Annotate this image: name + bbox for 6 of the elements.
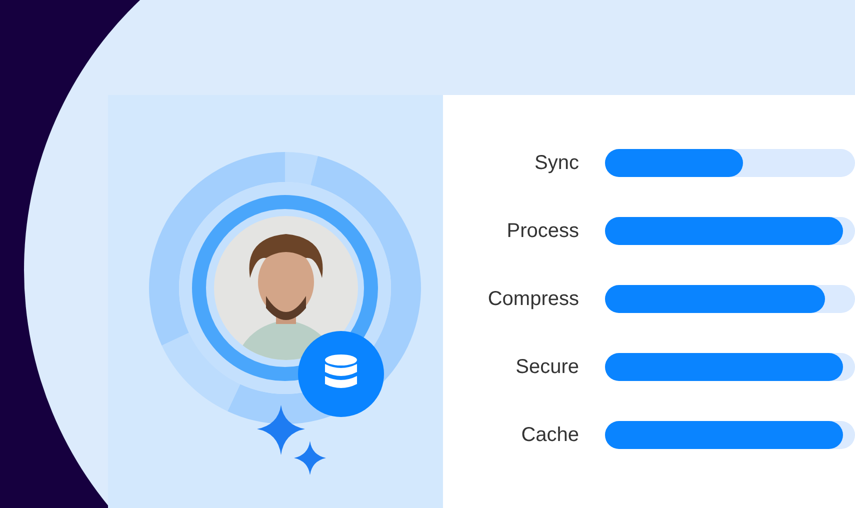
sparkle-icon: [255, 403, 327, 477]
metric-label: Process: [506, 219, 580, 244]
metric-label: Sync: [534, 151, 580, 176]
metric-label: Secure: [514, 355, 580, 380]
metric-label: Cache: [520, 423, 580, 448]
metric-label: Compress: [486, 287, 580, 312]
